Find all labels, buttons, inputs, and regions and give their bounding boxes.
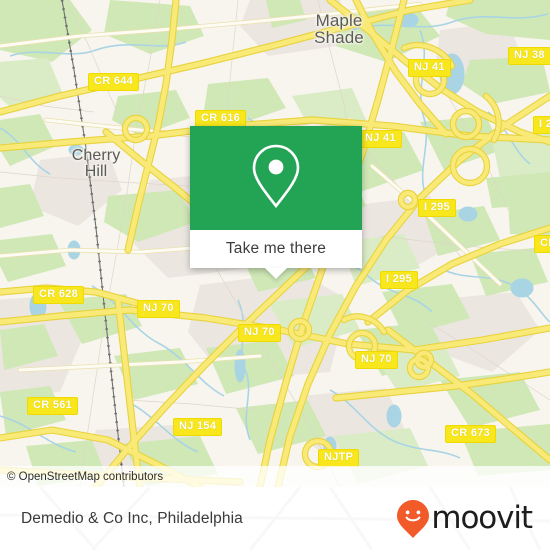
map-canvas[interactable]: .bg { fill:#f7f5ee; } .park { fill:#cfe8… xyxy=(0,0,550,487)
road-shield-nj-70-3: NJ 70 xyxy=(355,351,398,369)
road-shield-cr-628: CR 628 xyxy=(33,286,85,304)
road-shield-i-295-3: I 295 xyxy=(380,271,418,289)
map-attribution-bar: © OpenStreetMap contributors xyxy=(0,466,550,487)
road-shield-cr-561: CR 561 xyxy=(27,397,79,415)
road-shield-nj-41-2: NJ 41 xyxy=(359,130,402,148)
road-shield-nj-70: NJ 70 xyxy=(137,300,180,318)
road-shield-cr-673: CR 673 xyxy=(445,425,497,443)
popup-pointer-tail xyxy=(265,268,287,279)
take-me-there-label: Take me there xyxy=(225,240,327,257)
road-shield-nj-154: NJ 154 xyxy=(173,418,223,436)
osm-attribution-text: © OpenStreetMap contributors xyxy=(7,470,164,483)
location-pin-icon xyxy=(250,143,302,214)
map-screen: .bg { fill:#f7f5ee; } .park { fill:#cfe8… xyxy=(0,0,550,550)
road-shield-i-295-2: I 295 xyxy=(418,199,456,217)
road-shield-nj-38: NJ 38 xyxy=(508,47,550,65)
moovit-brand: moovit xyxy=(396,499,550,539)
road-shield-cr: CR xyxy=(534,235,550,253)
road-shield-njtp: NJTP xyxy=(318,449,360,467)
road-shield-i-295: I 295 xyxy=(533,116,550,134)
road-shield-nj-41: NJ 41 xyxy=(408,59,451,77)
bottom-info-bar: Demedio & Co Inc, Philadelphia moovit xyxy=(0,487,550,550)
moovit-pin-smile-icon xyxy=(396,499,430,539)
moovit-wordmark: moovit xyxy=(431,500,533,536)
road-shield-cr-644: CR 644 xyxy=(88,73,140,91)
page-title: Demedio & Co Inc, Philadelphia xyxy=(21,509,243,527)
popup-image-panel xyxy=(190,126,362,230)
road-shield-nj-70-2: NJ 70 xyxy=(238,324,281,342)
take-me-there-button[interactable]: Take me there xyxy=(190,230,362,279)
location-popup-card[interactable]: Take me there xyxy=(190,126,362,279)
